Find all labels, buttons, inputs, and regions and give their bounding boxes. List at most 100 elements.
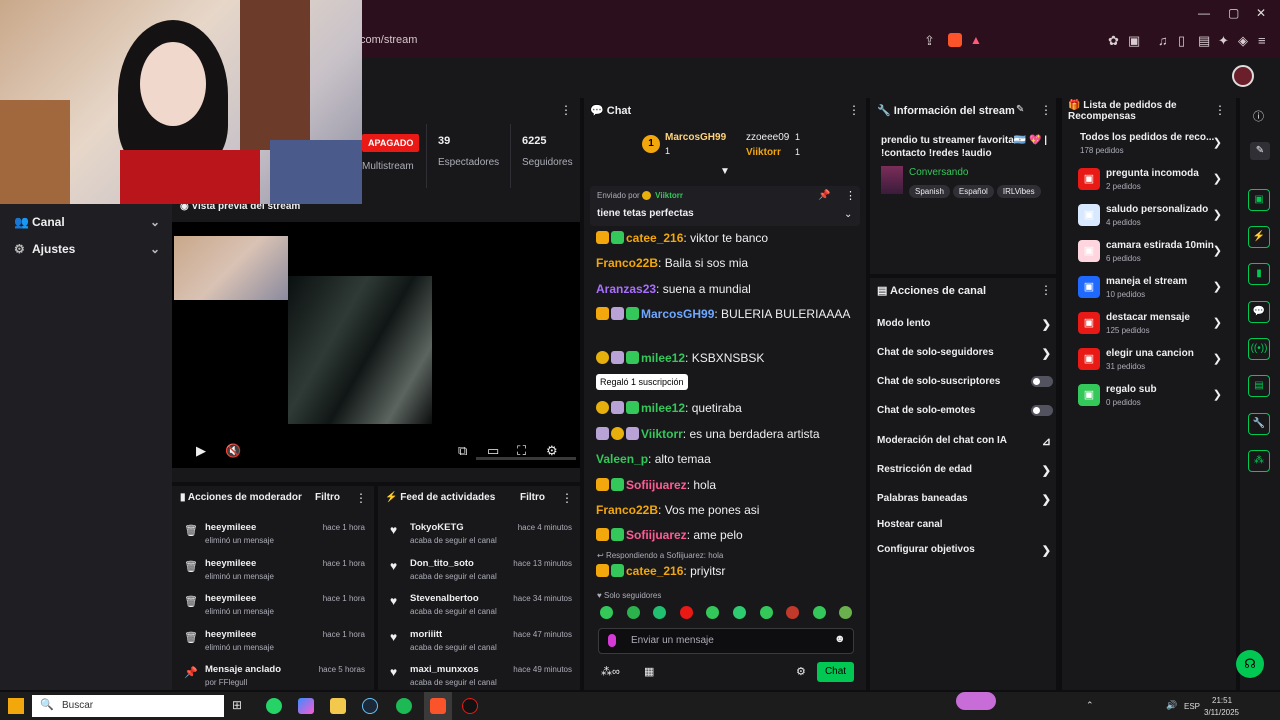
obs-icon[interactable] xyxy=(462,698,478,714)
rail-button-6[interactable]: ▤ xyxy=(1248,375,1270,397)
reward-item[interactable]: ▣ destacar mensaje 125 pedidos ❯ xyxy=(1078,312,1228,342)
channel-action-row[interactable]: Modo lento ❯ xyxy=(877,318,1055,332)
chat-username[interactable]: Aranzas23 xyxy=(596,282,656,296)
chat-message[interactable]: Sofiijuarez: ame pelo xyxy=(596,526,858,544)
all-rewards-row[interactable]: Todos los pedidos de reco... 178 pedidos… xyxy=(1078,132,1228,162)
reward-item[interactable]: ▣ regalo sub 0 pedidos ❯ xyxy=(1078,384,1228,414)
kebab-icon[interactable]: ⋮ xyxy=(561,491,573,505)
rail-button-4[interactable]: 💬 xyxy=(1248,301,1270,323)
emote-icon[interactable] xyxy=(759,606,773,619)
kebab-icon[interactable]: ⋮ xyxy=(1040,283,1052,297)
chat-username[interactable]: Sofiijuarez xyxy=(626,478,687,492)
tag[interactable]: Español xyxy=(952,185,994,198)
mic-icon[interactable] xyxy=(608,634,616,647)
windows-start-icon[interactable] xyxy=(8,698,24,714)
list-item[interactable]: 🗑 heeymileee eliminó un mensaje hace 1 hora xyxy=(180,591,370,621)
tag[interactable]: Spanish xyxy=(909,185,950,198)
kebab-icon[interactable]: ⋮ xyxy=(1214,103,1226,117)
chat-username[interactable]: Sofiijuarez xyxy=(626,528,687,542)
emote-icon[interactable] xyxy=(679,606,693,619)
brave-rewards-icon[interactable]: ▲ xyxy=(970,33,982,47)
kebab-icon[interactable]: ⋮ xyxy=(355,491,367,505)
edit-icon[interactable]: ✎ xyxy=(1250,142,1270,160)
steam-icon[interactable] xyxy=(362,698,378,714)
expand-icon[interactable]: ▼ xyxy=(720,166,730,177)
wallet-icon[interactable]: ▣ xyxy=(1128,33,1140,49)
multistream-label[interactable]: Multistream xyxy=(362,161,414,172)
language-indicator[interactable]: ESP xyxy=(1184,702,1200,711)
list-item[interactable]: 🗑 heeymileee eliminó un mensaje hace 1 hora xyxy=(180,556,370,586)
chevron-down-icon[interactable]: ⌄ xyxy=(844,209,852,220)
rail-button-2[interactable]: ⚡ xyxy=(1248,226,1270,248)
channel-action-row[interactable]: Configurar objetivos ❯ xyxy=(877,544,1055,558)
close-icon[interactable]: ✕ xyxy=(1256,6,1266,20)
media-icon[interactable]: ♫ xyxy=(1158,33,1168,48)
feed-filter-button[interactable]: Filtro xyxy=(520,492,545,503)
reward-item[interactable]: ▣ saludo personalizado 4 pedidos ❯ xyxy=(1078,204,1228,234)
sidebar-icon[interactable]: ▯ xyxy=(1178,33,1185,49)
kebab-icon[interactable]: ⋮ xyxy=(1040,103,1052,117)
edit-icon[interactable]: ✎ xyxy=(1016,104,1024,115)
chat-message[interactable]: Viiktorr: es una berdadera artista xyxy=(596,425,858,443)
chat-username[interactable]: MarcosGH99 xyxy=(641,307,714,321)
list-item[interactable]: 📌 Mensaje anclado por FFlegull hace 5 horas xyxy=(180,662,370,692)
list-item[interactable]: ♥ moriiitt acaba de seguir el canal hace 47… xyxy=(386,627,576,657)
rail-button-5[interactable]: ((•)) xyxy=(1248,338,1270,360)
mute-icon[interactable]: 🔇 xyxy=(225,443,241,459)
taskbar-search[interactable]: Buscar xyxy=(32,695,224,717)
chat-username[interactable]: Franco22B xyxy=(596,503,658,517)
vpn-icon[interactable]: ◈ xyxy=(1238,33,1248,49)
points-icon[interactable]: ⁂∞ xyxy=(601,665,620,678)
chat-message[interactable]: Valeen_p: alto temaa xyxy=(596,450,858,468)
chat-message[interactable]: Sofiijuarez: hola xyxy=(596,476,858,494)
channel-action-row[interactable]: Chat de solo-emotes xyxy=(877,405,1055,419)
chat-message[interactable]: MarcosGH99: BULERIA BULERIAAAA xyxy=(596,305,858,323)
extensions-icon[interactable]: ✿ xyxy=(1108,33,1119,49)
avatar[interactable] xyxy=(1232,65,1254,87)
task-view-icon[interactable]: ⊞ xyxy=(232,698,248,714)
channel-action-row[interactable]: Palabras baneadas ❯ xyxy=(877,493,1055,507)
spotify-icon[interactable] xyxy=(396,698,412,714)
menu-icon[interactable]: ≡ xyxy=(1258,33,1266,48)
brave-icon[interactable] xyxy=(430,698,446,714)
rail-button-7[interactable]: 🔧 xyxy=(1248,413,1270,435)
list-item[interactable]: 🗑 heeymileee eliminó un mensaje hace 1 hora xyxy=(180,520,370,550)
sidebar-item-canal[interactable]: 👥 Canal ⌄ xyxy=(14,215,160,235)
kebab-icon[interactable]: ⋮ xyxy=(845,189,856,202)
channel-action-row[interactable]: Hostear canal xyxy=(877,519,1055,533)
chat-message[interactable]: Franco22B: Vos me pones asi xyxy=(596,501,858,519)
address-bar[interactable]: com/stream xyxy=(356,28,996,52)
chat-username[interactable]: Franco22B xyxy=(596,256,658,270)
channel-action-row[interactable]: Moderación del chat con IA ⊿ xyxy=(877,435,1055,449)
emoji-icon[interactable]: ☻ xyxy=(834,633,846,645)
sidebar-item-ajustes[interactable]: ⚙ Ajustes ⌄ xyxy=(14,242,160,262)
info-icon[interactable]: ⓘ xyxy=(1253,108,1264,124)
clock-time[interactable]: 21:51 xyxy=(1212,696,1232,705)
chat-input[interactable]: Enviar un mensaje xyxy=(598,628,854,654)
chat-username[interactable]: Valeen_p xyxy=(596,452,648,466)
top-gifter-name[interactable]: zzoeee09 xyxy=(746,132,789,143)
whatsapp-icon[interactable] xyxy=(266,698,282,714)
pin-icon[interactable]: 📌 xyxy=(818,190,830,201)
reward-item[interactable]: ▣ camara estirada 10min 6 pedidos ❯ xyxy=(1078,240,1228,270)
rail-button-8[interactable]: ⁂ xyxy=(1248,450,1270,472)
top-gifter-name[interactable]: MarcosGH99 xyxy=(665,132,726,143)
chat-username[interactable]: catee_216 xyxy=(626,231,683,245)
copilot-icon[interactable] xyxy=(298,698,314,714)
emote-icon[interactable] xyxy=(733,606,746,619)
emote-icon[interactable] xyxy=(812,606,826,619)
chat-message[interactable]: Aranzas23: suena a mundial xyxy=(596,280,858,298)
toggle-switch[interactable] xyxy=(1031,405,1053,416)
reward-item[interactable]: ▣ elegir una cancion 31 pedidos ❯ xyxy=(1078,348,1228,378)
chat-username[interactable]: milee12 xyxy=(641,401,685,415)
chat-username[interactable]: milee12 xyxy=(641,351,685,365)
category-link[interactable]: Conversando xyxy=(909,167,968,178)
share-icon[interactable]: ⇪ xyxy=(924,33,935,49)
support-icon[interactable]: ☊ xyxy=(1236,650,1264,678)
top-gifter-name[interactable]: Viiktorr xyxy=(746,147,781,158)
channel-action-row[interactable]: Chat de solo-suscriptores xyxy=(877,376,1055,390)
file-explorer-icon[interactable] xyxy=(330,698,346,714)
chat-username[interactable]: Viiktorr xyxy=(641,427,683,441)
emote-icon[interactable] xyxy=(626,606,640,619)
tray-chevron-icon[interactable]: ⌃ xyxy=(1086,700,1094,711)
